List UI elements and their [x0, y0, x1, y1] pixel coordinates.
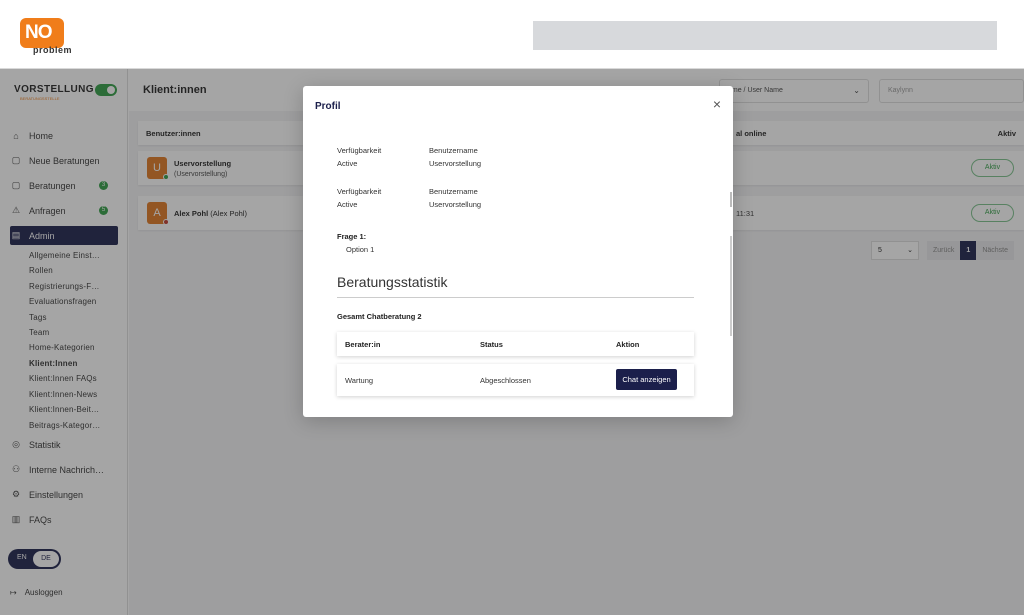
availability-label: Verfügbarkeit — [337, 146, 382, 155]
top-search-bar[interactable] — [533, 21, 997, 50]
modal-body[interactable]: Verfügbarkeit Active Benutzername Uservo… — [303, 128, 733, 417]
username-value: Uservorstellung — [429, 200, 482, 209]
availability-value: Active — [337, 159, 358, 168]
username-label: Benutzername — [429, 187, 478, 196]
logo-mark: NO — [20, 18, 64, 48]
stats-table-header: Berater:in Status Aktion — [337, 332, 694, 356]
status-cell: Abgeschlossen — [480, 376, 531, 385]
table-row: Wartung Abgeschlossen Chat anzeigen — [337, 364, 694, 396]
scrollbar-track[interactable] — [730, 236, 732, 336]
username-value: Uservorstellung — [429, 159, 482, 168]
close-icon[interactable]: × — [710, 97, 724, 111]
logo-sub: problem — [33, 45, 73, 55]
modal-title: Profil — [315, 101, 341, 112]
show-chat-button[interactable]: Chat anzeigen — [616, 369, 677, 390]
scrollbar-thumb[interactable] — [730, 192, 732, 207]
berater-cell: Wartung — [345, 376, 374, 385]
top-bar: NO problem — [0, 0, 1024, 69]
column-header-berater: Berater:in — [345, 340, 381, 349]
availability-value: Active — [337, 200, 358, 209]
question-label: Frage 1: — [337, 232, 367, 241]
username-label: Benutzername — [429, 146, 478, 155]
divider — [337, 297, 694, 298]
stats-title: Beratungsstatistik — [337, 274, 448, 290]
app-logo[interactable]: NO problem — [20, 18, 80, 56]
column-header-status: Status — [480, 340, 503, 349]
profile-modal: Profil × Verfügbarkeit Active Benutzerna… — [303, 86, 733, 417]
column-header-aktion: Aktion — [616, 340, 640, 349]
stats-subtitle: Gesamt Chatberatung 2 — [337, 312, 422, 321]
question-answer: Option 1 — [346, 245, 375, 254]
availability-label: Verfügbarkeit — [337, 187, 382, 196]
